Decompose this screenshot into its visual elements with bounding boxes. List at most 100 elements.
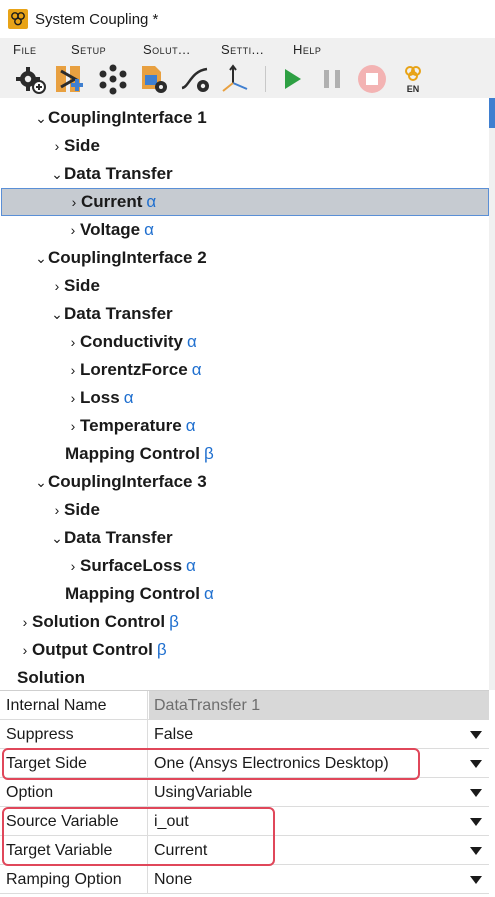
language-button[interactable]: EN bbox=[396, 62, 430, 96]
chevron-right-icon[interactable]: › bbox=[50, 502, 64, 518]
tree-row-current-selected[interactable]: › Current α bbox=[1, 188, 489, 216]
chevron-right-icon[interactable]: › bbox=[66, 362, 80, 378]
tree-row-mapping-control[interactable]: Mapping Control β bbox=[0, 440, 489, 468]
chevron-right-icon[interactable]: › bbox=[66, 558, 80, 574]
tree-label: Data Transfer bbox=[64, 164, 173, 183]
chevron-right-icon[interactable]: › bbox=[66, 222, 80, 238]
dropdown-arrow-icon[interactable] bbox=[470, 818, 482, 826]
property-option[interactable]: Option UsingVariable bbox=[0, 778, 489, 807]
tree-label: Current bbox=[81, 192, 143, 211]
chevron-right-icon[interactable]: › bbox=[67, 194, 81, 210]
property-label: Target Variable bbox=[0, 836, 148, 865]
chevron-down-icon[interactable]: ⌄ bbox=[34, 250, 48, 267]
properties-grid: Internal Name DataTransfer 1 Suppress Fa… bbox=[0, 690, 489, 897]
chevron-right-icon[interactable]: › bbox=[50, 278, 64, 294]
play-icon bbox=[285, 69, 301, 89]
tree-row-mapping-control[interactable]: Mapping Control α bbox=[0, 580, 489, 608]
beta-badge: β bbox=[156, 640, 167, 659]
tree-row-solution[interactable]: Solution bbox=[0, 664, 489, 690]
scrollbar-thumb[interactable] bbox=[489, 98, 495, 128]
curve-gear-button[interactable] bbox=[178, 62, 212, 96]
pause-button[interactable] bbox=[315, 62, 349, 96]
property-label: Suppress bbox=[0, 720, 148, 749]
beta-badge: β bbox=[169, 612, 179, 631]
property-label: Option bbox=[0, 778, 148, 807]
tree-row-data-transfer[interactable]: ⌄ Data Transfer bbox=[0, 524, 489, 552]
dropdown-value: Current bbox=[154, 842, 208, 859]
tree-row-side[interactable]: › Side bbox=[0, 132, 489, 160]
dropdown-arrow-icon[interactable] bbox=[470, 847, 482, 855]
tree-label: CouplingInterface 2 bbox=[48, 248, 207, 267]
tree-row-side[interactable]: › Side bbox=[0, 496, 489, 524]
tree-row-voltage[interactable]: › Voltage α bbox=[0, 216, 489, 244]
tree-row-temperature[interactable]: › Temperature α bbox=[0, 412, 489, 440]
tree-row-loss[interactable]: › Loss α bbox=[0, 384, 489, 412]
alpha-badge: α bbox=[204, 584, 214, 603]
tree-label: Voltage bbox=[80, 220, 141, 239]
add-gear-button[interactable] bbox=[14, 62, 48, 96]
tree-row-couplinginterface-1[interactable]: ⌄ CouplingInterface 1 bbox=[0, 104, 489, 132]
add-participant-icon bbox=[56, 66, 83, 92]
chevron-down-icon[interactable]: ⌄ bbox=[50, 166, 64, 183]
dropdown-arrow-icon[interactable] bbox=[470, 789, 482, 797]
axes-button[interactable] bbox=[218, 62, 252, 96]
dropdown-arrow-icon[interactable] bbox=[470, 731, 482, 739]
property-value-dropdown[interactable]: One (Ansys Electronics Desktop) bbox=[149, 749, 489, 778]
document-settings-button[interactable] bbox=[136, 62, 170, 96]
property-ramping-option[interactable]: Ramping Option None bbox=[0, 865, 489, 894]
tree-row-couplinginterface-2[interactable]: ⌄ CouplingInterface 2 bbox=[0, 244, 489, 272]
chevron-right-icon[interactable]: › bbox=[50, 138, 64, 154]
tree-row-output-control[interactable]: › Output Control β bbox=[0, 636, 489, 664]
chevron-right-icon[interactable]: › bbox=[66, 334, 80, 350]
property-value-dropdown[interactable]: None bbox=[149, 865, 489, 894]
property-value-dropdown[interactable]: i_out bbox=[149, 807, 489, 836]
property-target-side[interactable]: Target Side One (Ansys Electronics Deskt… bbox=[0, 749, 489, 778]
run-button[interactable] bbox=[275, 62, 309, 96]
tree-scrollbar[interactable] bbox=[489, 98, 495, 690]
dropdown-value: One (Ansys Electronics Desktop) bbox=[154, 755, 389, 772]
tree-row-lorentzforce[interactable]: › LorentzForce α bbox=[0, 356, 489, 384]
menu-setup[interactable]: Setup bbox=[58, 42, 130, 57]
dropdown-arrow-icon[interactable] bbox=[470, 876, 482, 884]
dropdown-value: UsingVariable bbox=[154, 784, 253, 801]
chevron-down-icon[interactable]: ⌄ bbox=[34, 474, 48, 491]
tree-row-data-transfer[interactable]: ⌄ Data Transfer bbox=[0, 300, 489, 328]
property-suppress[interactable]: Suppress False bbox=[0, 720, 489, 749]
property-value-dropdown[interactable]: False bbox=[149, 720, 489, 749]
chevron-right-icon[interactable]: › bbox=[18, 642, 32, 658]
menu-file[interactable]: File bbox=[0, 42, 58, 57]
tree-row-data-transfer[interactable]: ⌄ Data Transfer bbox=[0, 160, 489, 188]
chevron-down-icon[interactable]: ⌄ bbox=[50, 530, 64, 547]
menu-solution[interactable]: Solut... bbox=[130, 42, 208, 57]
tree-label: Output Control bbox=[32, 640, 153, 659]
tree-row-conductivity[interactable]: › Conductivity α bbox=[0, 328, 489, 356]
dropdown-arrow-icon[interactable] bbox=[470, 760, 482, 768]
tree-row-couplinginterface-3[interactable]: ⌄ CouplingInterface 3 bbox=[0, 468, 489, 496]
tree-label: Solution Control bbox=[32, 612, 166, 631]
dots-ring-button[interactable] bbox=[96, 62, 130, 96]
tree-row-side[interactable]: › Side bbox=[0, 272, 489, 300]
tree-row-surfaceloss[interactable]: › SurfaceLoss α bbox=[0, 552, 489, 580]
tree-label: Temperature bbox=[80, 416, 182, 435]
stop-icon bbox=[358, 65, 386, 93]
title-bar: System Coupling * bbox=[0, 0, 495, 38]
dropdown-value: None bbox=[154, 871, 193, 888]
property-label: Target Side bbox=[0, 749, 148, 778]
tree-row-solution-control[interactable]: › Solution Control β bbox=[0, 608, 489, 636]
stop-button[interactable] bbox=[355, 62, 389, 96]
chevron-right-icon[interactable]: › bbox=[66, 418, 80, 434]
property-value-dropdown[interactable]: UsingVariable bbox=[149, 778, 489, 807]
chevron-right-icon[interactable]: › bbox=[18, 614, 32, 630]
chevron-down-icon[interactable]: ⌄ bbox=[34, 110, 48, 127]
property-value-dropdown[interactable]: Current bbox=[149, 836, 489, 865]
tree-label: Mapping Control bbox=[65, 584, 201, 603]
alpha-badge: α bbox=[123, 388, 134, 407]
menu-help[interactable]: Help bbox=[280, 42, 360, 57]
property-target-variable[interactable]: Target Variable Current bbox=[0, 836, 489, 865]
add-participant-button[interactable] bbox=[52, 62, 86, 96]
menu-settings[interactable]: Setti... bbox=[208, 42, 280, 57]
chevron-down-icon[interactable]: ⌄ bbox=[50, 306, 64, 323]
chevron-right-icon[interactable]: › bbox=[66, 390, 80, 406]
property-source-variable[interactable]: Source Variable i_out bbox=[0, 807, 489, 836]
property-label: Ramping Option bbox=[0, 865, 148, 894]
